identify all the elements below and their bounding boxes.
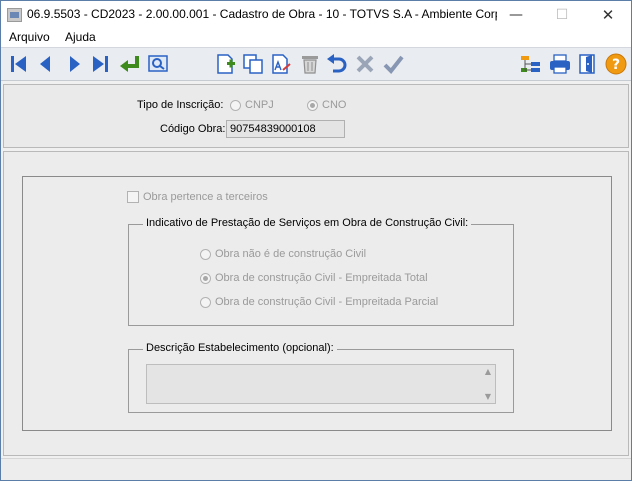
confirm-icon: [383, 55, 404, 75]
print-icon: [550, 54, 570, 74]
next-record-button[interactable]: [64, 53, 86, 75]
codigo-obra-label: Código Obra:: [160, 123, 226, 135]
tree-structure-icon: [521, 56, 540, 72]
edit-record-icon: [272, 54, 291, 74]
undo-button[interactable]: [326, 53, 348, 75]
new-record-icon: [217, 54, 235, 74]
cnpj-label: CNPJ: [245, 99, 274, 111]
first-record-icon: [11, 56, 26, 72]
app-icon: [7, 8, 22, 22]
empreitada-parcial-label: Obra de construção Civil - Empreitada Pa…: [215, 296, 439, 308]
next-record-icon: [70, 56, 80, 72]
scroll-down-icon[interactable]: ▼: [485, 392, 491, 401]
nao-construcao-label: Obra não é de construção Civil: [215, 248, 367, 260]
window-title: 06.9.5503 - CD2023 - 2.00.00.001 - Cadas…: [27, 7, 497, 21]
menu-ajuda[interactable]: Ajuda: [65, 30, 96, 44]
obra-terceiros-label: Obra pertence a terceiros: [143, 191, 268, 203]
help-icon: ?: [605, 53, 627, 75]
menu-arquivo[interactable]: Arquivo: [9, 30, 50, 44]
search-record-icon: [148, 55, 168, 72]
delete-record-icon: [302, 56, 318, 74]
undo-icon: [327, 54, 347, 73]
tipo-inscricao-label: Tipo de Inscrição:: [137, 99, 224, 111]
obra-details-group: Obra pertence a terceiros Indicativo de …: [22, 176, 612, 431]
new-record-button[interactable]: [215, 53, 237, 75]
previous-record-button[interactable]: [35, 53, 57, 75]
status-bar: [1, 458, 631, 480]
cno-radio[interactable]: [307, 100, 318, 111]
nao-construcao-radio[interactable]: [200, 249, 211, 260]
search-record-button[interactable]: [147, 53, 169, 75]
close-button[interactable]: ✕: [585, 1, 631, 29]
cancel-button[interactable]: [354, 53, 376, 75]
empreitada-total-label: Obra de construção Civil - Empreitada To…: [215, 272, 428, 284]
delete-record-button[interactable]: [299, 53, 321, 75]
indicativo-legend: Indicativo de Prestação de Serviços em O…: [143, 217, 472, 229]
help-button[interactable]: ?: [605, 53, 627, 75]
scroll-up-icon[interactable]: ▲: [485, 367, 491, 376]
toolbar: ?: [1, 47, 631, 81]
last-record-button[interactable]: [90, 53, 112, 75]
empreitada-total-radio[interactable]: [200, 273, 211, 284]
title-bar: 06.9.5503 - CD2023 - 2.00.00.001 - Cadas…: [1, 1, 631, 29]
tree-structure-button[interactable]: [519, 53, 541, 75]
empreitada-parcial-radio[interactable]: [200, 297, 211, 308]
copy-record-button[interactable]: [242, 53, 264, 75]
main-panel: Obra pertence a terceiros Indicativo de …: [3, 151, 629, 456]
descricao-textarea[interactable]: ▲ ▼: [146, 364, 496, 404]
first-record-button[interactable]: [8, 53, 30, 75]
confirm-button[interactable]: [382, 53, 404, 75]
goto-record-icon: [120, 56, 139, 72]
codigo-obra-field[interactable]: 90754839000108: [226, 120, 345, 138]
previous-record-icon: [40, 56, 50, 72]
header-panel: Tipo de Inscrição: CNPJ CNO Código Obra:…: [3, 84, 629, 148]
descricao-group: Descrição Estabelecimento (opcional): ▲ …: [128, 342, 514, 413]
minimize-button[interactable]: —: [493, 1, 539, 29]
application-window: 06.9.5503 - CD2023 - 2.00.00.001 - Cadas…: [0, 0, 632, 481]
goto-record-button[interactable]: [118, 53, 140, 75]
copy-record-icon: [243, 54, 263, 74]
svg-text:?: ?: [612, 57, 620, 73]
cancel-icon: [356, 55, 374, 73]
menu-bar: Arquivo Ajuda: [1, 29, 631, 47]
edit-record-button[interactable]: [270, 53, 292, 75]
last-record-icon: [93, 56, 108, 72]
cno-label: CNO: [322, 99, 347, 111]
exit-button[interactable]: [577, 53, 599, 75]
maximize-button[interactable]: ☐: [539, 1, 585, 29]
print-button[interactable]: [548, 53, 570, 75]
cnpj-radio[interactable]: [230, 100, 241, 111]
indicativo-group: Indicativo de Prestação de Serviços em O…: [128, 217, 514, 326]
exit-icon: [579, 54, 595, 74]
obra-terceiros-checkbox[interactable]: [127, 191, 139, 203]
descricao-legend: Descrição Estabelecimento (opcional):: [143, 342, 337, 354]
